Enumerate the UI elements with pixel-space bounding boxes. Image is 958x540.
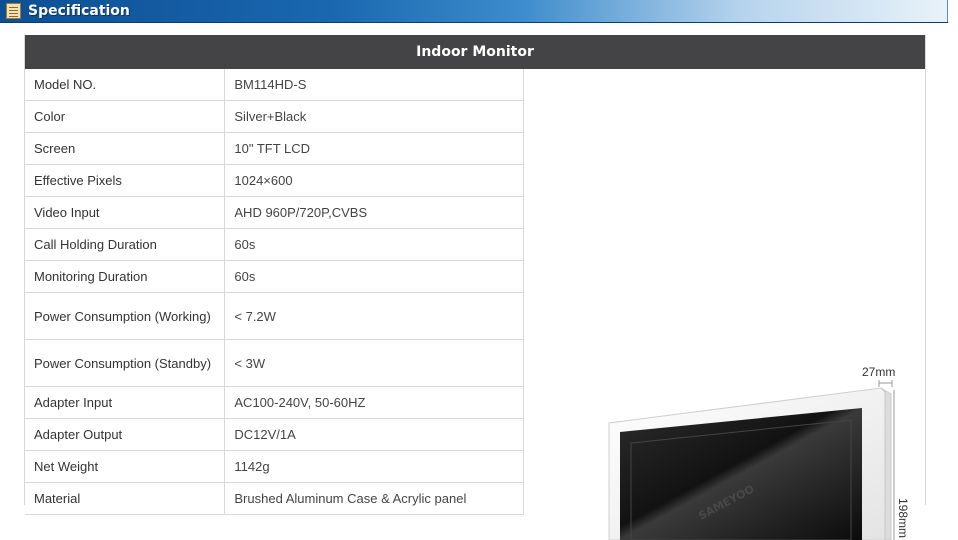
table-row: Adapter Input AC100-240V, 50-60HZ: [25, 386, 524, 419]
spec-value: < 3W: [224, 339, 524, 387]
table-row: Net Weight 1142g: [25, 450, 524, 483]
table-row: Adapter Output DC12V/1A: [25, 418, 524, 451]
spec-label: Video Input: [25, 196, 226, 229]
spec-value: 10" TFT LCD: [224, 132, 524, 165]
spec-table: Model NO. BM114HD-S Color Silver+Black S…: [25, 69, 524, 515]
section-title: Specification: [28, 3, 130, 19]
table-row: Video Input AHD 960P/720P,CVBS: [25, 196, 524, 229]
spec-label: Power Consumption (Working): [25, 292, 226, 340]
table-row: Color Silver+Black: [25, 100, 524, 133]
spec-label: Net Weight: [25, 450, 226, 483]
specification-banner: Specification: [0, 0, 948, 23]
spec-value: Silver+Black: [224, 100, 524, 133]
table-row: Power Consumption (Standby) < 3W: [25, 339, 524, 387]
document-icon: [6, 3, 21, 19]
panel-title: Indoor Monitor: [25, 35, 925, 69]
table-row: Model NO. BM114HD-S: [25, 69, 524, 101]
spec-value: 1142g: [224, 450, 524, 483]
spec-label: Effective Pixels: [25, 164, 226, 197]
spec-value: AC100-240V, 50-60HZ: [224, 386, 524, 419]
spec-value: AHD 960P/720P,CVBS: [224, 196, 524, 229]
monitor-product-image: SAMEYOO 27mm 198mm: [608, 365, 910, 540]
depth-dimension-label: 27mm: [862, 365, 895, 379]
table-row: Screen 10" TFT LCD: [25, 132, 524, 165]
table-row: Call Holding Duration 60s: [25, 228, 524, 261]
table-row: Effective Pixels 1024×600: [25, 164, 524, 197]
spec-label: Power Consumption (Standby): [25, 339, 226, 387]
spec-value: 60s: [224, 228, 524, 261]
height-dimension-label: 198mm: [896, 498, 910, 538]
spec-label: Monitoring Duration: [25, 260, 226, 293]
spec-label: Screen: [25, 132, 226, 165]
spec-value: 60s: [224, 260, 524, 293]
spec-value: BM114HD-S: [224, 69, 524, 101]
table-row: Monitoring Duration 60s: [25, 260, 524, 293]
table-row: Power Consumption (Working) < 7.2W: [25, 292, 524, 340]
spec-label: Adapter Output: [25, 418, 226, 451]
spec-value: < 7.2W: [224, 292, 524, 340]
spec-value: DC12V/1A: [224, 418, 524, 451]
spec-panel: Indoor Monitor Model NO. BM114HD-S Color…: [24, 35, 926, 540]
spec-label: Call Holding Duration: [25, 228, 226, 261]
spec-value: 1024×600: [224, 164, 524, 197]
spec-label: Color: [25, 100, 226, 133]
spec-label: Adapter Input: [25, 386, 226, 419]
spec-label: Model NO.: [25, 69, 226, 101]
